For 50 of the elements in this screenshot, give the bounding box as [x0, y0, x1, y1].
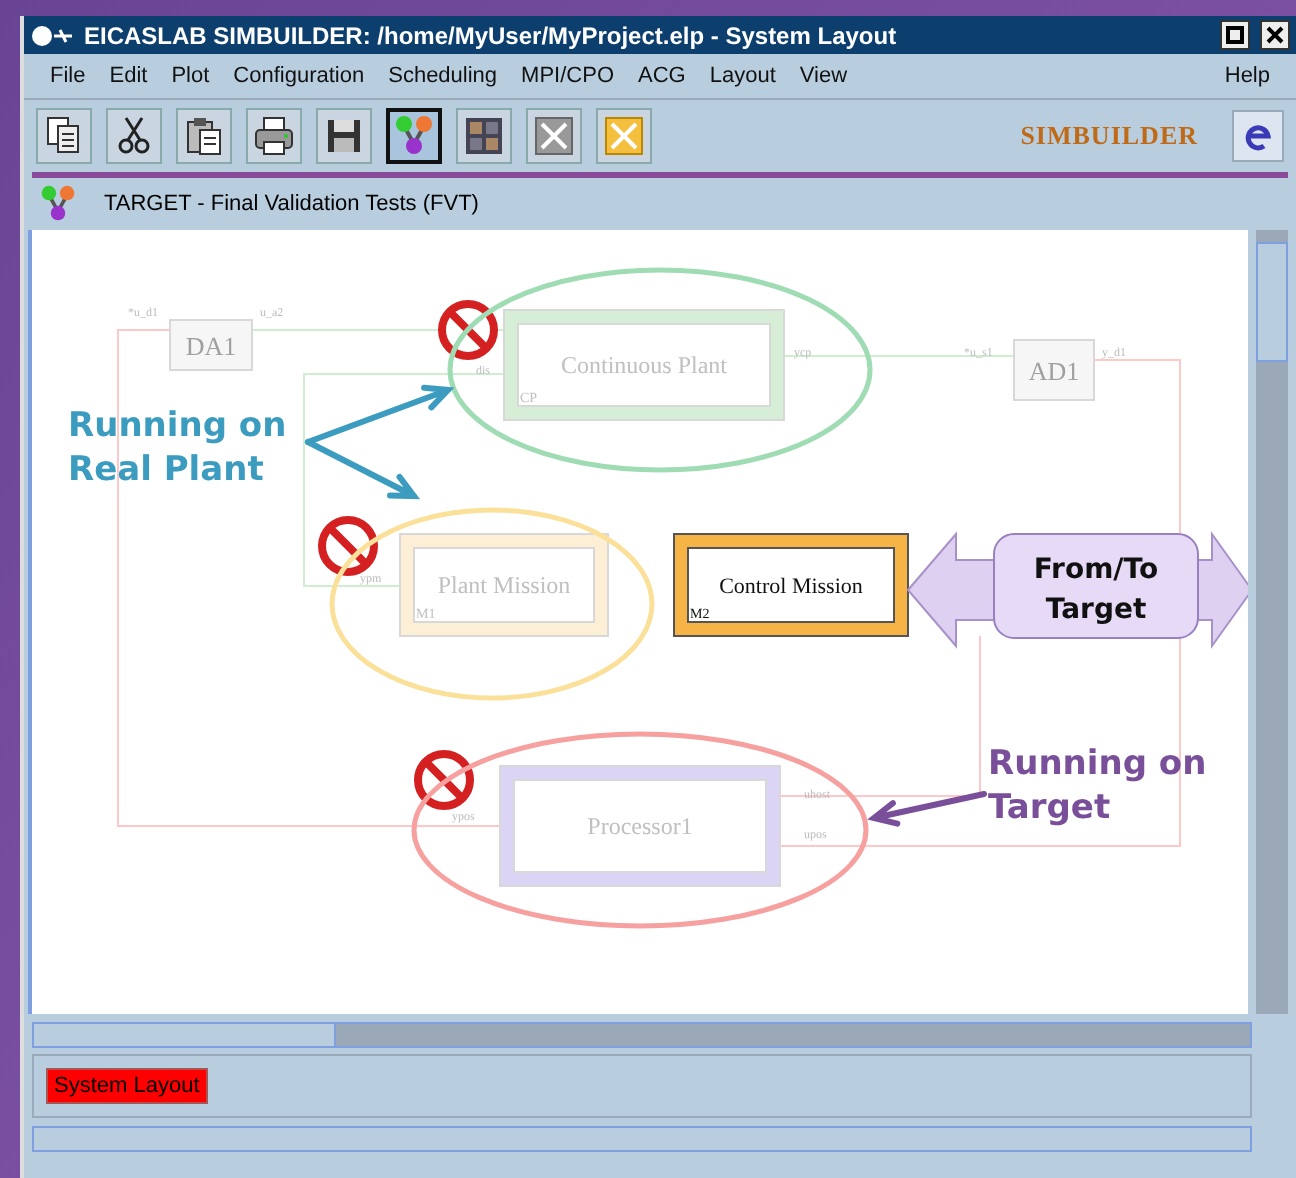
network-icon [36, 183, 80, 223]
callout-arrow [305, 439, 421, 500]
menu-item[interactable]: Edit [99, 60, 158, 92]
maximize-button[interactable] [1220, 20, 1250, 50]
toolbar-button[interactable] [386, 108, 442, 164]
menu-item[interactable]: Layout [699, 60, 786, 92]
menu-item[interactable]: Scheduling [378, 60, 508, 92]
horizontal-scrollbar[interactable] [32, 1022, 1252, 1048]
block-label: DA1 [185, 331, 237, 361]
toolbar-button[interactable] [246, 108, 302, 164]
callout-text: Running on Real Plant [68, 406, 287, 490]
logo-icon [1232, 110, 1284, 162]
menu-item[interactable]: MPI/CPO [511, 60, 624, 92]
status-tab[interactable]: System Layout [46, 1068, 208, 1104]
floppy-icon [322, 114, 366, 158]
block-label: AD1 [1028, 356, 1080, 386]
menu-item[interactable]: View [789, 60, 858, 92]
arrow-label: From/To Target [1033, 554, 1159, 626]
app-icon [30, 23, 74, 47]
block-label: Control Mission [719, 575, 863, 599]
grid-icon [462, 114, 506, 158]
toolbar-button[interactable] [176, 108, 232, 164]
block-label: Processor1 [587, 812, 693, 840]
toolbar-button[interactable] [106, 108, 162, 164]
block [1013, 339, 1095, 401]
block [169, 319, 253, 371]
callout-text: Running on Target [988, 744, 1207, 828]
callout-arrow [867, 791, 987, 827]
menu-item[interactable]: ACG [628, 60, 696, 92]
toolbar-button[interactable] [36, 108, 92, 164]
window-title: EICASLAB SIMBUILDER: /home/MyUser/MyProject.elp - System Layout [84, 21, 899, 49]
cross-icon [532, 114, 576, 158]
menu-item[interactable]: Help [1214, 60, 1280, 92]
printer-icon [252, 114, 296, 158]
toolbar-button[interactable] [316, 108, 372, 164]
page-title: TARGET - Final Validation Tests (FVT) [104, 191, 479, 215]
vertical-scrollbar[interactable] [1256, 230, 1288, 1014]
brand-logo: SIMBUILDER [1020, 120, 1198, 152]
cross-icon [602, 114, 646, 158]
toolbar-button[interactable] [526, 108, 582, 164]
menu-item[interactable]: Plot [161, 60, 220, 92]
block-label: Plant Mission [437, 571, 571, 599]
horizontal-scrollbar[interactable] [32, 1126, 1252, 1152]
close-button[interactable] [1260, 20, 1290, 50]
toolbar-button[interactable] [456, 108, 512, 164]
clipboard-icon [182, 114, 226, 158]
menu-item[interactable]: File [40, 60, 96, 92]
menu-item[interactable]: Configuration [223, 60, 375, 92]
block-label: Continuous Plant [561, 351, 727, 379]
network-icon [392, 114, 436, 158]
